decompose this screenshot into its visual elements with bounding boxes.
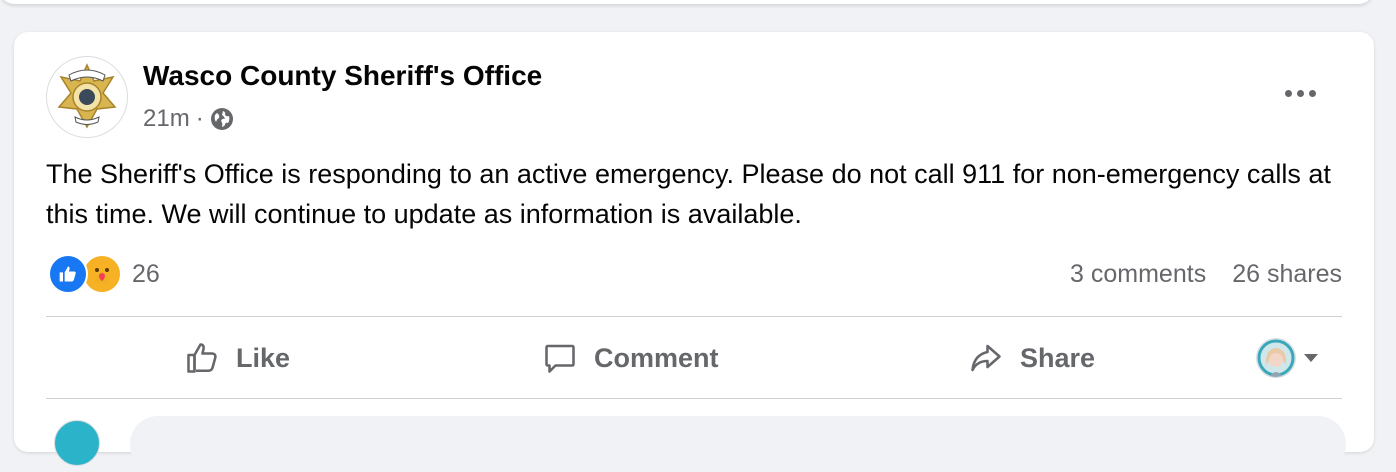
comments-count-link[interactable]: 3 comments <box>1070 260 1206 289</box>
care-reaction-icon <box>82 254 122 294</box>
page-name-link[interactable]: Wasco County Sheriff's Office <box>143 60 542 92</box>
comment-button[interactable]: Comment <box>542 328 719 388</box>
more-dot <box>1284 89 1292 97</box>
reaction-count: 26 <box>132 259 160 288</box>
share-label: Share <box>1020 342 1096 373</box>
share-arrow-icon <box>968 340 1004 376</box>
thumbs-up-icon <box>184 340 220 376</box>
comment-label: Comment <box>594 342 719 373</box>
divider <box>46 316 1342 317</box>
meta-separator: · <box>195 105 204 132</box>
comment-bubble-icon <box>542 340 578 376</box>
previous-post-card <box>0 0 1373 4</box>
sheriff-badge-logo <box>49 59 125 135</box>
more-options-button[interactable] <box>1276 76 1324 110</box>
post-card: Wasco County Sheriff's Office 21m · The … <box>14 32 1374 472</box>
page-avatar[interactable] <box>46 56 128 138</box>
chevron-down-icon <box>1304 354 1318 362</box>
post-as-selector[interactable] <box>1256 338 1318 378</box>
shares-count-link[interactable]: 26 shares <box>1232 260 1342 289</box>
post-body-text: The Sheriff's Office is responding to an… <box>46 159 1331 229</box>
like-reaction-icon <box>48 254 88 294</box>
like-label: Like <box>236 342 291 373</box>
commenter-avatar <box>54 420 100 466</box>
engagement-stats: 3 comments 26 shares <box>1070 254 1342 294</box>
more-dot <box>1296 89 1304 97</box>
share-button[interactable]: Share <box>968 328 1095 388</box>
globe-icon[interactable] <box>210 107 234 131</box>
like-button[interactable]: Like <box>184 328 290 388</box>
post-timestamp[interactable]: 21m <box>143 105 190 133</box>
write-comment-input[interactable] <box>130 416 1346 472</box>
reaction-summary[interactable]: 26 <box>48 254 160 294</box>
divider <box>46 398 1342 399</box>
post-meta: 21m · <box>143 104 234 134</box>
viewer-avatar <box>1256 338 1296 378</box>
more-dot <box>1308 89 1316 97</box>
